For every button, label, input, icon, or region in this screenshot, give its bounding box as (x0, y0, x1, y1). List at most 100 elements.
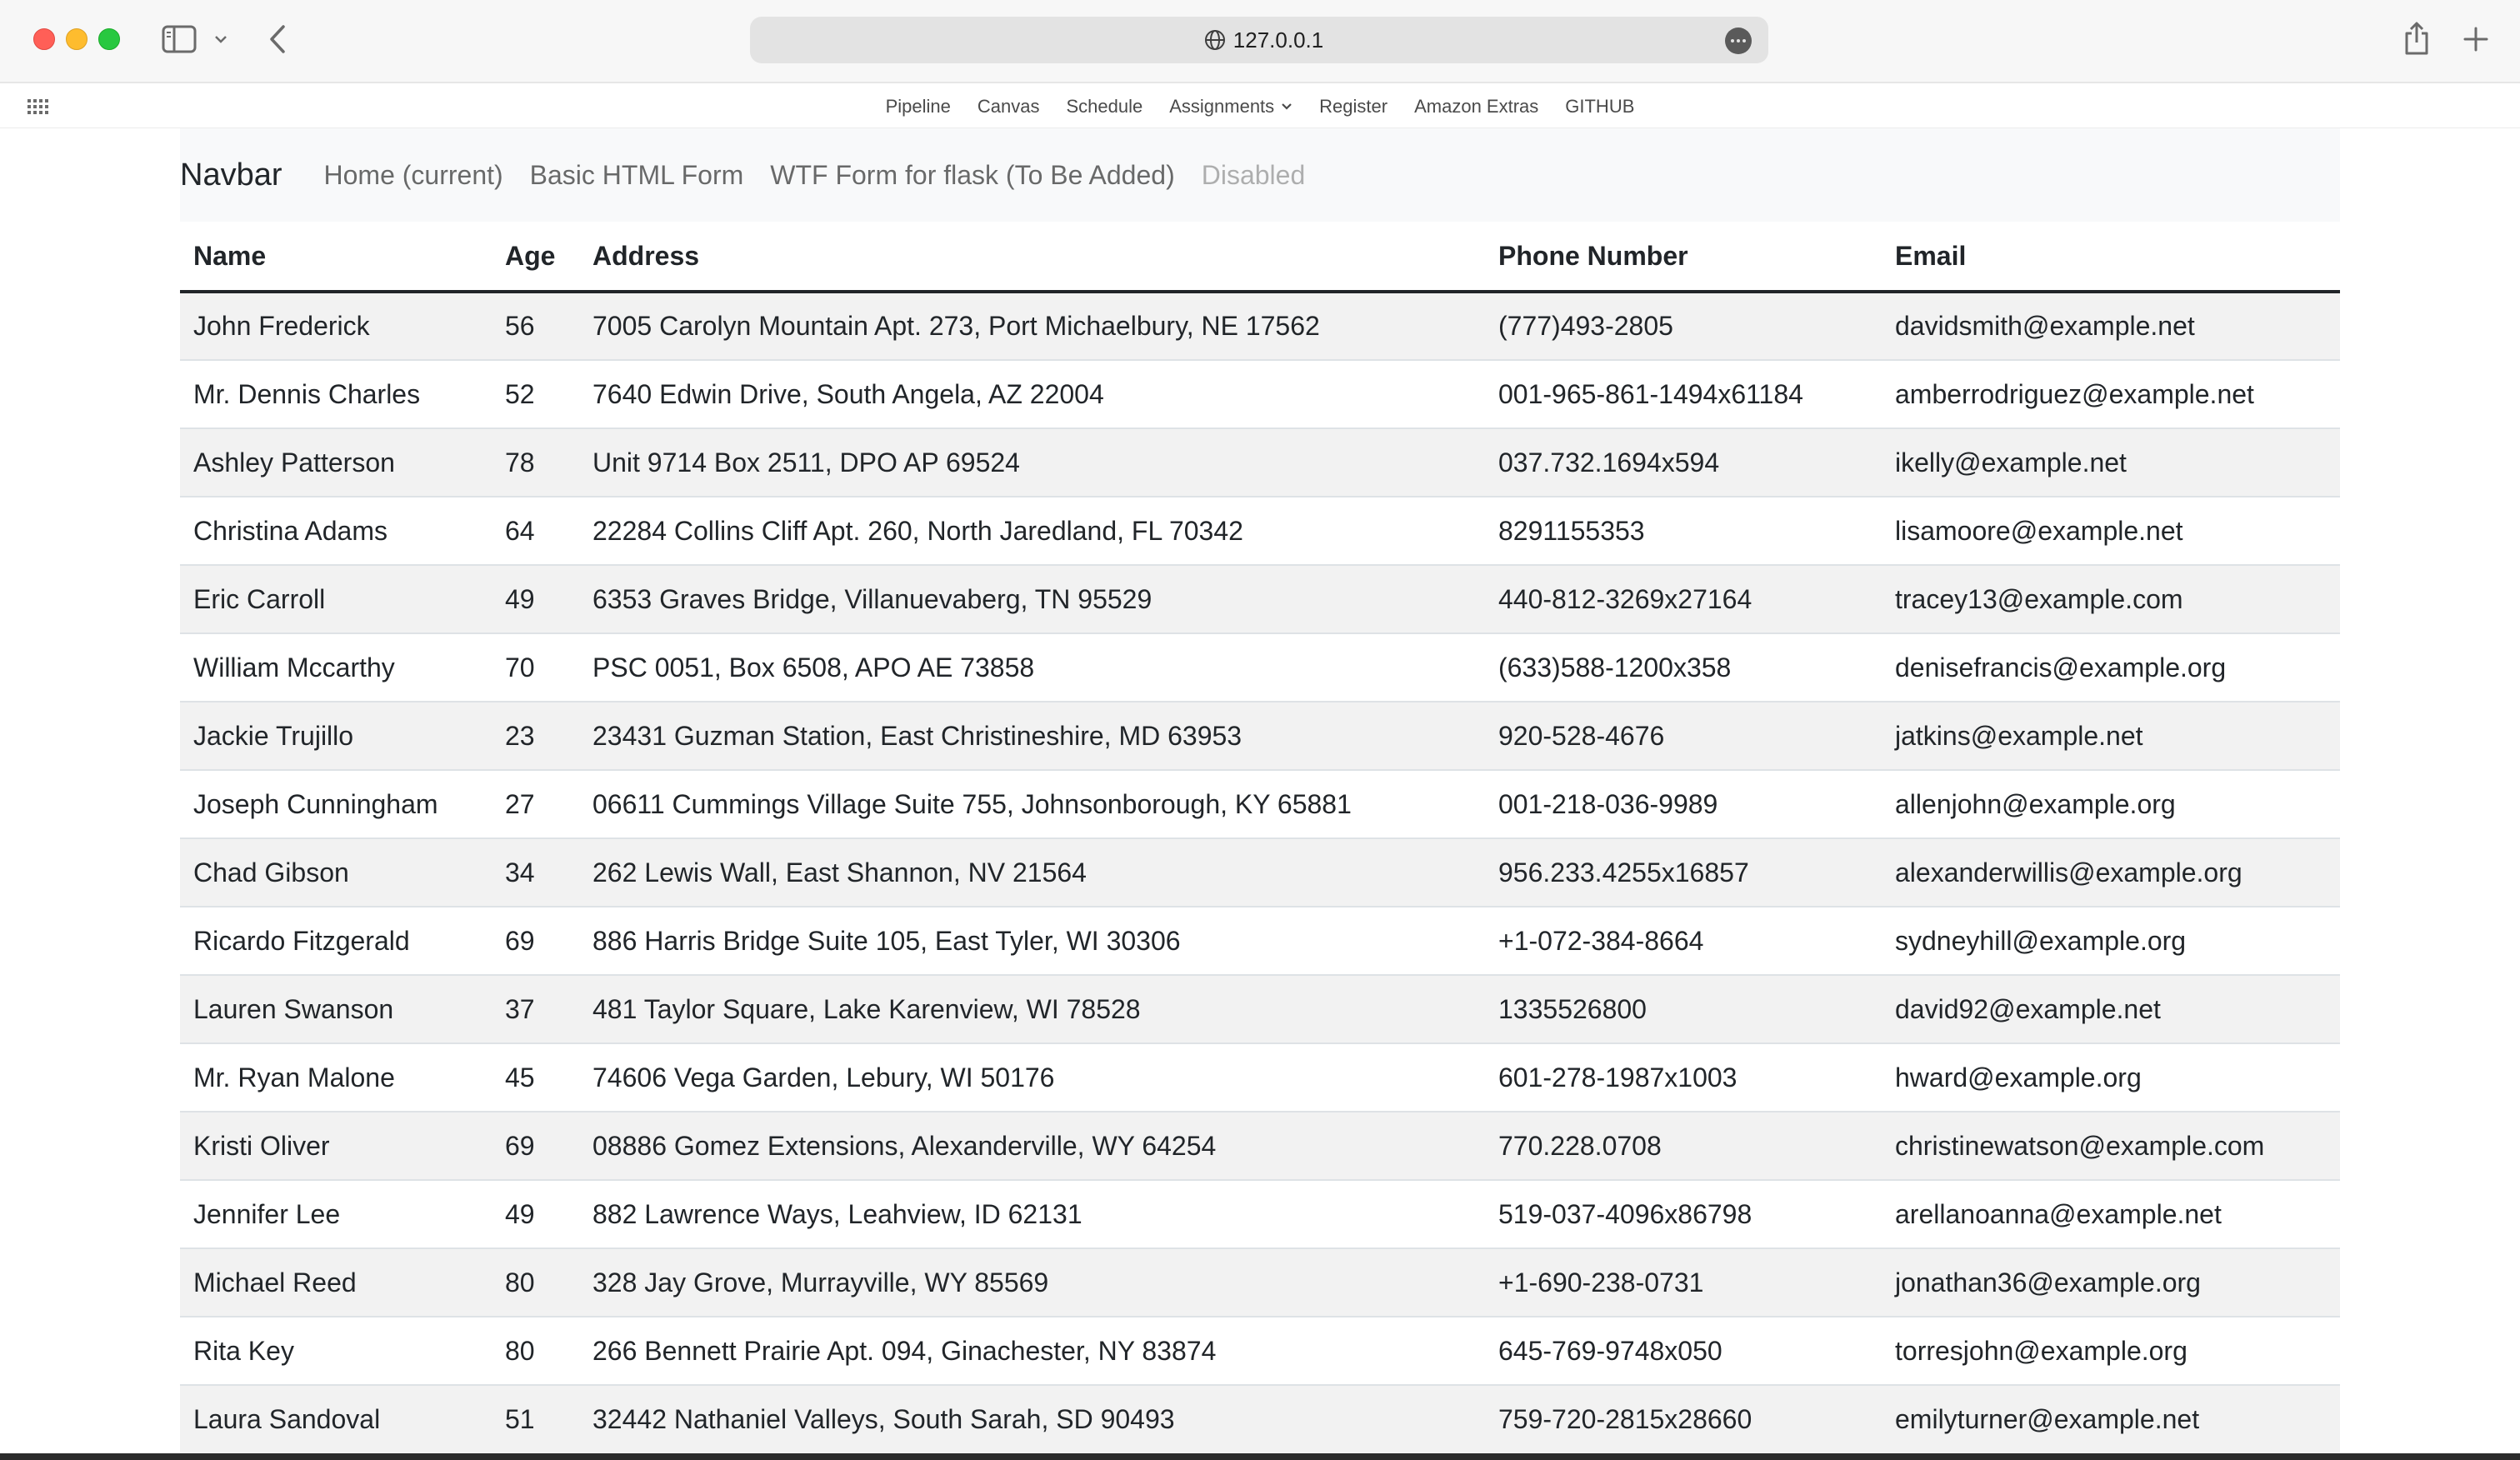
cell-age: 78 (492, 428, 579, 497)
cell-address: 7640 Edwin Drive, South Angela, AZ 22004 (579, 359, 1485, 428)
page-content: Navbar Home (current) Basic HTML Form WT… (0, 128, 2520, 1460)
cell-address: 23431 Guzman Station, East Christineshir… (579, 701, 1485, 770)
url-text: 127.0.0.1 (1232, 27, 1324, 52)
cell-address: 32442 Nathaniel Valleys, South Sarah, SD… (579, 1384, 1485, 1453)
close-window-button[interactable] (33, 28, 55, 50)
cell-phone: 001-218-036-9989 (1485, 769, 1882, 838)
cell-age: 70 (492, 632, 579, 702)
table-row: Chad Gibson 34 262 Lewis Wall, East Shanno… (180, 838, 2340, 907)
window-bottom-edge (0, 1453, 2520, 1460)
column-header-phone: Phone Number (1485, 222, 1882, 293)
cell-phone: 601-278-1987x1003 (1485, 1042, 1882, 1112)
cell-address: 266 Bennett Prairie Apt. 094, Ginacheste… (579, 1316, 1485, 1385)
cell-email: emilyturner@example.net (1882, 1384, 2340, 1453)
cell-name: John Frederick (180, 291, 492, 360)
cell-email: amberrodriguez@example.net (1882, 359, 2340, 428)
column-header-name: Name (180, 222, 492, 293)
cell-phone: 770.228.0708 (1485, 1111, 1882, 1180)
cell-email: ikelly@example.net (1882, 428, 2340, 497)
favorites-bar: Pipeline Canvas Schedule Assignments Reg… (0, 85, 2520, 128)
cell-phone: +1-072-384-8664 (1485, 906, 1882, 975)
share-icon[interactable] (2398, 18, 2435, 58)
favorite-pipeline[interactable]: Pipeline (872, 96, 964, 118)
cell-email: denisefrancis@example.org (1882, 632, 2340, 702)
favorite-canvas[interactable]: Canvas (964, 96, 1053, 118)
table-row: Kristi Oliver 69 08886 Gomez Extensions, A… (180, 1111, 2340, 1180)
minimize-window-button[interactable] (66, 28, 88, 50)
cell-address: Unit 9714 Box 2511, DPO AP 69524 (579, 428, 1485, 497)
table-row: John Frederick 56 7005 Carolyn Mountain Ap… (180, 291, 2340, 360)
cell-address: 74606 Vega Garden, Lebury, WI 50176 (579, 1042, 1485, 1112)
cell-email: hward@example.org (1882, 1042, 2340, 1112)
table-row: Michael Reed 80 328 Jay Grove, Murrayville… (180, 1248, 2340, 1317)
column-header-email: Email (1882, 222, 2340, 293)
address-bar[interactable]: 127.0.0.1 (750, 17, 1768, 63)
nav-link-home[interactable]: Home (current) (309, 160, 517, 191)
sidebar-toggle-icon[interactable] (162, 25, 197, 53)
cell-name: William Mccarthy (180, 632, 492, 702)
cell-age: 37 (492, 974, 579, 1043)
cell-phone: 037.732.1694x594 (1485, 428, 1882, 497)
cell-name: Jackie Trujillo (180, 701, 492, 770)
table-row: Jackie Trujillo 23 23431 Guzman Station, E… (180, 701, 2340, 770)
table-row: Mr. Ryan Malone 45 74606 Vega Garden, Lebu… (180, 1042, 2340, 1112)
new-tab-icon[interactable] (2458, 22, 2493, 57)
cell-address: 886 Harris Bridge Suite 105, East Tyler,… (579, 906, 1485, 975)
table-row: Mr. Dennis Charles 52 7640 Edwin Drive, So… (180, 359, 2340, 428)
globe-icon (1203, 28, 1227, 52)
cell-phone: 645-769-9748x050 (1485, 1316, 1882, 1385)
cell-age: 49 (492, 564, 579, 633)
cell-email: allenjohn@example.org (1882, 769, 2340, 838)
table-row: Lauren Swanson 37 481 Taylor Square, Lake … (180, 974, 2340, 1043)
cell-age: 64 (492, 496, 579, 565)
favorite-schedule[interactable]: Schedule (1052, 96, 1156, 118)
chevron-down-icon[interactable] (212, 28, 230, 50)
cell-email: alexanderwillis@example.org (1882, 838, 2340, 907)
cell-name: Michael Reed (180, 1248, 492, 1317)
favorite-assignments-label: Assignments (1169, 96, 1275, 117)
cell-name: Jennifer Lee (180, 1179, 492, 1248)
cell-address: 328 Jay Grove, Murrayville, WY 85569 (579, 1248, 1485, 1317)
nav-link-disabled: Disabled (1201, 159, 1306, 190)
table-row: Rita Key 80 266 Bennett Prairie Apt. 094, … (180, 1316, 2340, 1385)
nav-link-wtf-form[interactable]: WTF Form for flask (To Be Added) (757, 160, 1188, 191)
cell-age: 23 (492, 701, 579, 770)
cell-address: 481 Taylor Square, Lake Karenview, WI 78… (579, 974, 1485, 1043)
cell-age: 69 (492, 906, 579, 975)
cell-name: Joseph Cunningham (180, 769, 492, 838)
favorite-register[interactable]: Register (1306, 96, 1401, 118)
cell-name: Christina Adams (180, 496, 492, 565)
table-header-row: Name Age Address Phone Number Email (180, 222, 2340, 293)
cell-email: sydneyhill@example.org (1882, 906, 2340, 975)
cell-age: 27 (492, 769, 579, 838)
table-row: Eric Carroll 49 6353 Graves Bridge, Villan… (180, 564, 2340, 633)
cell-address: 08886 Gomez Extensions, Alexanderville, … (579, 1111, 1485, 1180)
cell-address: 22284 Collins Cliff Apt. 260, North Jare… (579, 496, 1485, 565)
more-options-icon[interactable] (1725, 28, 1752, 54)
favorite-github[interactable]: GITHUB (1552, 96, 1648, 118)
cell-name: Rita Key (180, 1316, 492, 1385)
table-row: Laura Sandoval 51 32442 Nathaniel Valleys,… (180, 1384, 2340, 1453)
navbar-brand[interactable]: Navbar (180, 158, 282, 193)
favorite-amazon-extras[interactable]: Amazon Extras (1401, 96, 1552, 118)
back-icon[interactable] (263, 23, 292, 55)
table-row: Joseph Cunningham 27 06611 Cummings Villag… (180, 769, 2340, 838)
cell-phone: (777)493-2805 (1485, 291, 1882, 360)
cell-email: torresjohn@example.org (1882, 1316, 2340, 1385)
zoom-window-button[interactable] (98, 28, 120, 50)
cell-email: arellanoanna@example.net (1882, 1179, 2340, 1248)
cell-phone: (633)588-1200x358 (1485, 632, 1882, 702)
cell-address: 882 Lawrence Ways, Leahview, ID 62131 (579, 1179, 1485, 1248)
table-row: Jennifer Lee 49 882 Lawrence Ways, Leahvie… (180, 1179, 2340, 1248)
favorite-assignments-folder[interactable]: Assignments (1156, 96, 1306, 118)
site-navbar: Navbar Home (current) Basic HTML Form WT… (180, 128, 2340, 222)
cell-email: jatkins@example.net (1882, 701, 2340, 770)
cell-name: Ricardo Fitzgerald (180, 906, 492, 975)
nav-link-basic-html-form[interactable]: Basic HTML Form (517, 160, 758, 191)
cell-name: Chad Gibson (180, 838, 492, 907)
cell-address: 7005 Carolyn Mountain Apt. 273, Port Mic… (579, 291, 1485, 360)
table-body: John Frederick 56 7005 Carolyn Mountain Ap… (180, 291, 2340, 1453)
cell-email: tracey13@example.com (1882, 564, 2340, 633)
cell-email: david92@example.net (1882, 974, 2340, 1043)
cell-phone: 8291155353 (1485, 496, 1882, 565)
